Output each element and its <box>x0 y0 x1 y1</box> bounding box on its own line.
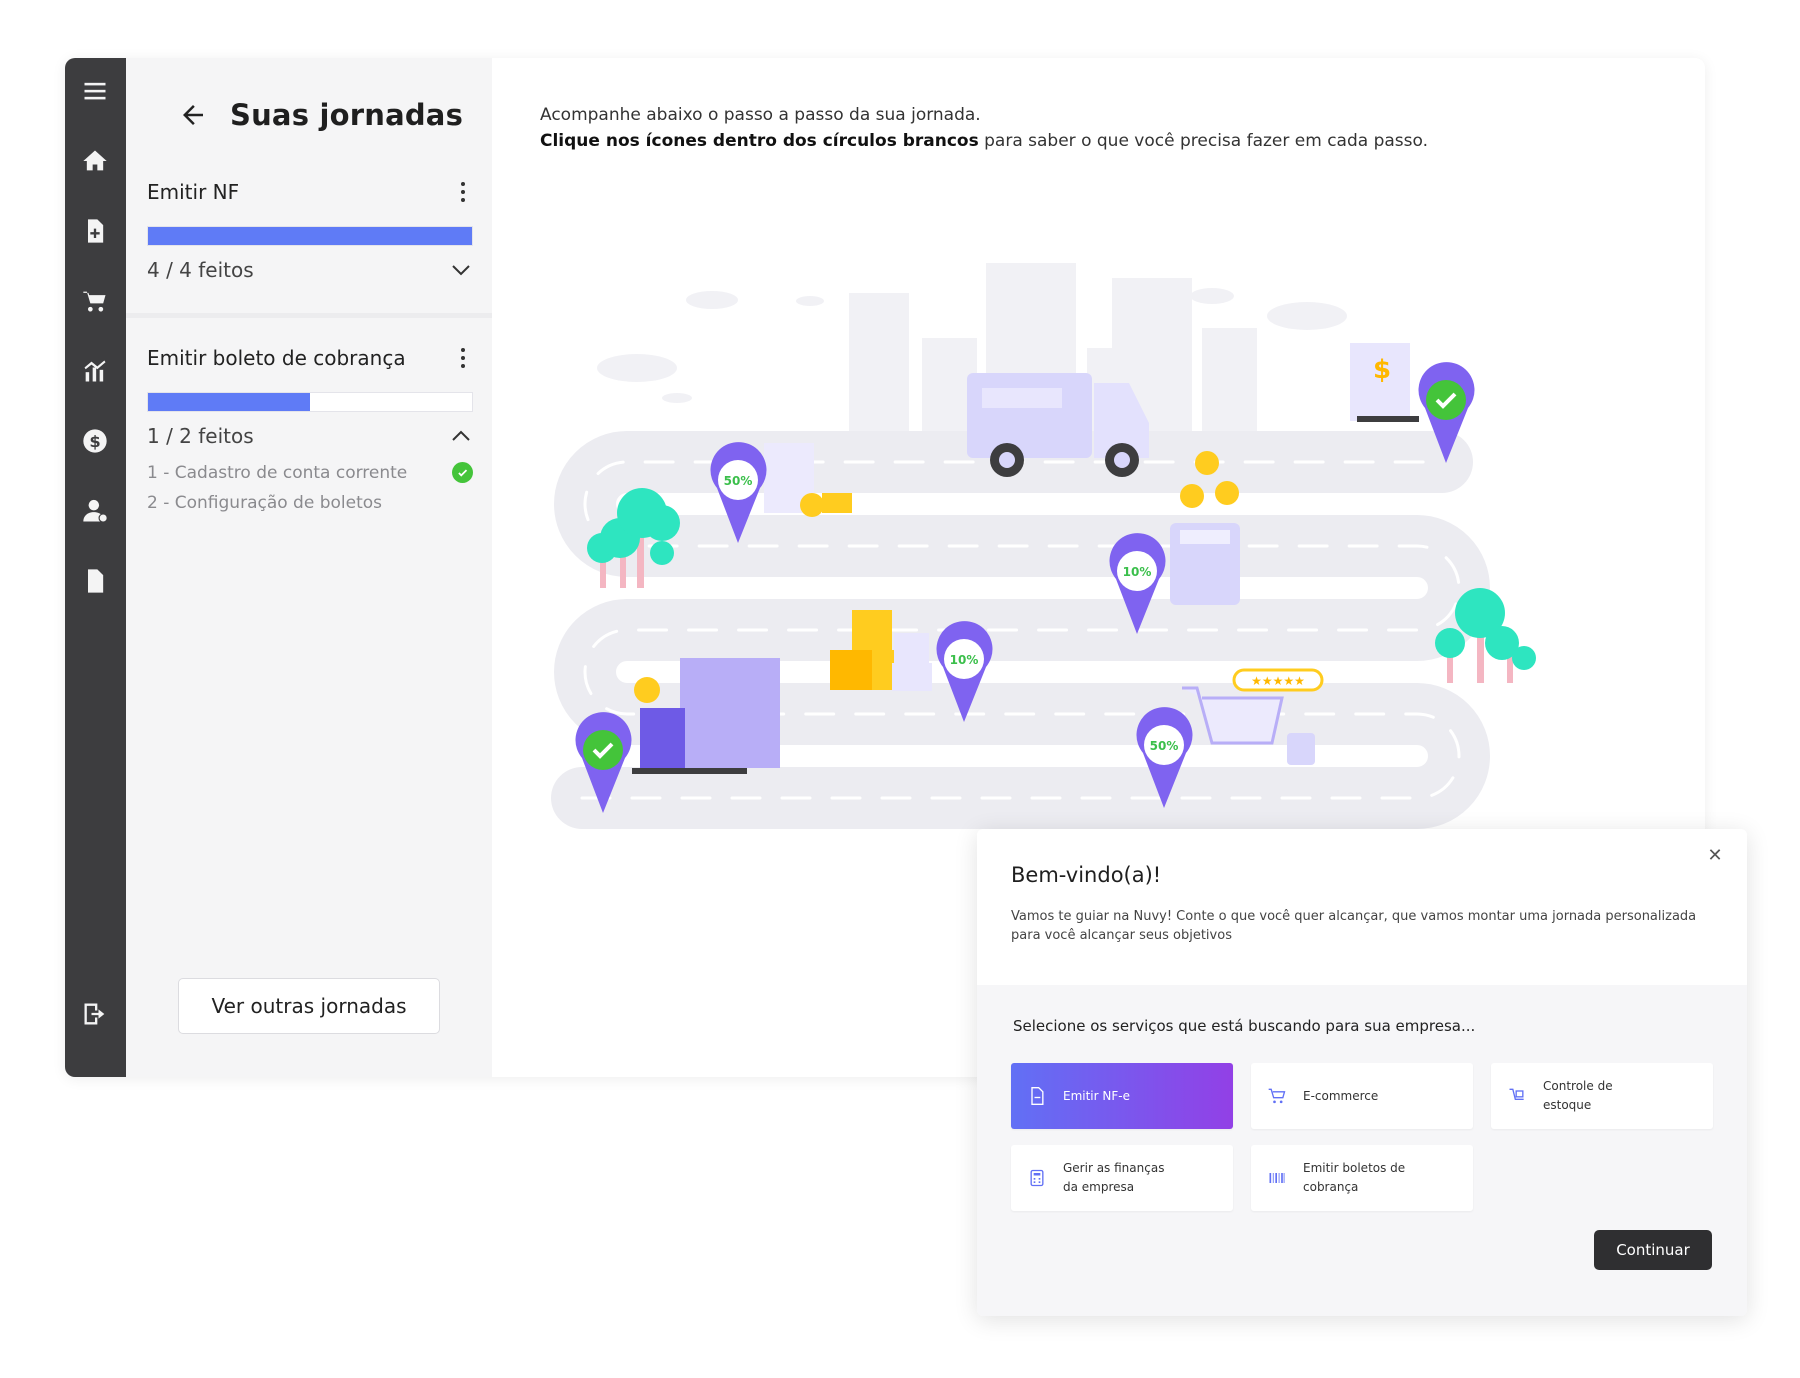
check-icon <box>452 462 473 483</box>
logout-icon[interactable] <box>80 999 110 1029</box>
more-options-icon[interactable] <box>453 346 473 370</box>
calculator-icon <box>1030 1169 1044 1187</box>
invoice-illustration: $ <box>1350 343 1419 422</box>
journeys-panel: Suas jornadas Emitir NF 4 / 4 feitos Emi… <box>126 58 492 1077</box>
step-label: 1 - Cadastro de conta corrente <box>147 462 408 483</box>
intro-bold: Clique nos ícones dentro dos círculos br… <box>540 131 979 151</box>
intro-text: Acompanhe abaixo o passo a passo da sua … <box>540 102 1428 154</box>
svg-text:$: $ <box>89 432 100 451</box>
money-icon[interactable]: $ <box>80 426 110 456</box>
marker-label: 10% <box>950 653 979 667</box>
chevron-down-icon[interactable] <box>449 258 473 282</box>
barcode-icon <box>1269 1173 1285 1183</box>
document-icon[interactable] <box>80 566 110 596</box>
progress-fill <box>148 227 472 245</box>
progress-bar <box>147 226 473 246</box>
intro-rest: para saber o que você precisa fazer em c… <box>978 131 1428 151</box>
services-question: Selecione os serviços que está buscando … <box>1013 1017 1476 1035</box>
journey-step[interactable]: 1 - Cadastro de conta corrente <box>147 462 473 483</box>
option-label: Controle de estoque <box>1543 1079 1613 1112</box>
option-controle-estoque[interactable]: Controle de estoque <box>1491 1063 1713 1129</box>
option-gerir-financas[interactable]: Gerir as finanças da empresa <box>1011 1145 1233 1211</box>
progress-bar <box>147 392 473 412</box>
building-illustration <box>632 658 780 774</box>
inventory-icon <box>1509 1088 1524 1100</box>
svg-text:★★★★★: ★★★★★ <box>1251 674 1305 688</box>
back-arrow-icon[interactable] <box>178 100 208 130</box>
cart-icon[interactable] <box>80 286 110 316</box>
option-label: Emitir NF-e <box>1063 1088 1130 1103</box>
nav-rail: $ <box>65 58 126 1077</box>
modal-title: Bem-vindo(a)! <box>1011 863 1162 887</box>
page-title: Suas jornadas <box>230 98 464 132</box>
journey-card-nf[interactable]: Emitir NF 4 / 4 feitos <box>147 180 473 282</box>
marker-label: 50% <box>1150 739 1179 753</box>
continue-button[interactable]: Continuar <box>1594 1230 1712 1270</box>
option-label: E-commerce <box>1303 1088 1379 1103</box>
option-emitir-boletos[interactable]: Emitir boletos de cobrança <box>1251 1145 1473 1211</box>
marker-label: 10% <box>1123 565 1152 579</box>
more-options-icon[interactable] <box>453 180 473 204</box>
menu-icon[interactable] <box>80 76 110 106</box>
option-ecommerce[interactable]: E-commerce <box>1251 1063 1473 1129</box>
divider <box>126 313 492 318</box>
journey-name: Emitir boleto de cobrança <box>147 346 406 370</box>
cart-icon <box>1268 1088 1286 1104</box>
chart-icon[interactable] <box>80 356 110 386</box>
step-label: 2 - Configuração de boletos <box>147 493 383 513</box>
option-label: Gerir as finanças da empresa <box>1063 1161 1165 1194</box>
journey-card-boleto[interactable]: Emitir boleto de cobrança 1 / 2 feitos 1… <box>147 346 473 513</box>
marker-label: 50% <box>724 474 753 488</box>
progress-fill <box>148 393 310 411</box>
user-icon[interactable] <box>80 496 110 526</box>
svg-text:$: $ <box>1373 355 1391 385</box>
progress-text: 4 / 4 feitos <box>147 258 254 282</box>
add-document-icon[interactable] <box>80 216 110 246</box>
journey-name: Emitir NF <box>147 180 240 204</box>
home-icon[interactable] <box>80 146 110 176</box>
welcome-modal: ✕ Bem-vindo(a)! Vamos te guiar na Nuvy! … <box>977 829 1747 1316</box>
other-journeys-button[interactable]: Ver outras jornadas <box>178 978 440 1034</box>
progress-text: 1 / 2 feitos <box>147 424 254 448</box>
services-selector: Selecione os serviços que está buscando … <box>977 985 1747 1316</box>
modal-description: Vamos te guiar na Nuvy! Conte o que você… <box>1011 909 1697 943</box>
panel-header: Suas jornadas <box>178 98 463 132</box>
chevron-up-icon[interactable] <box>449 424 473 448</box>
close-icon[interactable]: ✕ <box>1703 843 1727 867</box>
journey-step[interactable]: 2 - Configuração de boletos <box>147 493 473 513</box>
option-label: Emitir boletos de cobrança <box>1303 1161 1406 1194</box>
intro-line: Acompanhe abaixo o passo a passo da sua … <box>540 105 981 125</box>
option-emitir-nfe[interactable]: Emitir NF-e <box>1011 1063 1233 1129</box>
document-icon <box>1031 1087 1044 1105</box>
